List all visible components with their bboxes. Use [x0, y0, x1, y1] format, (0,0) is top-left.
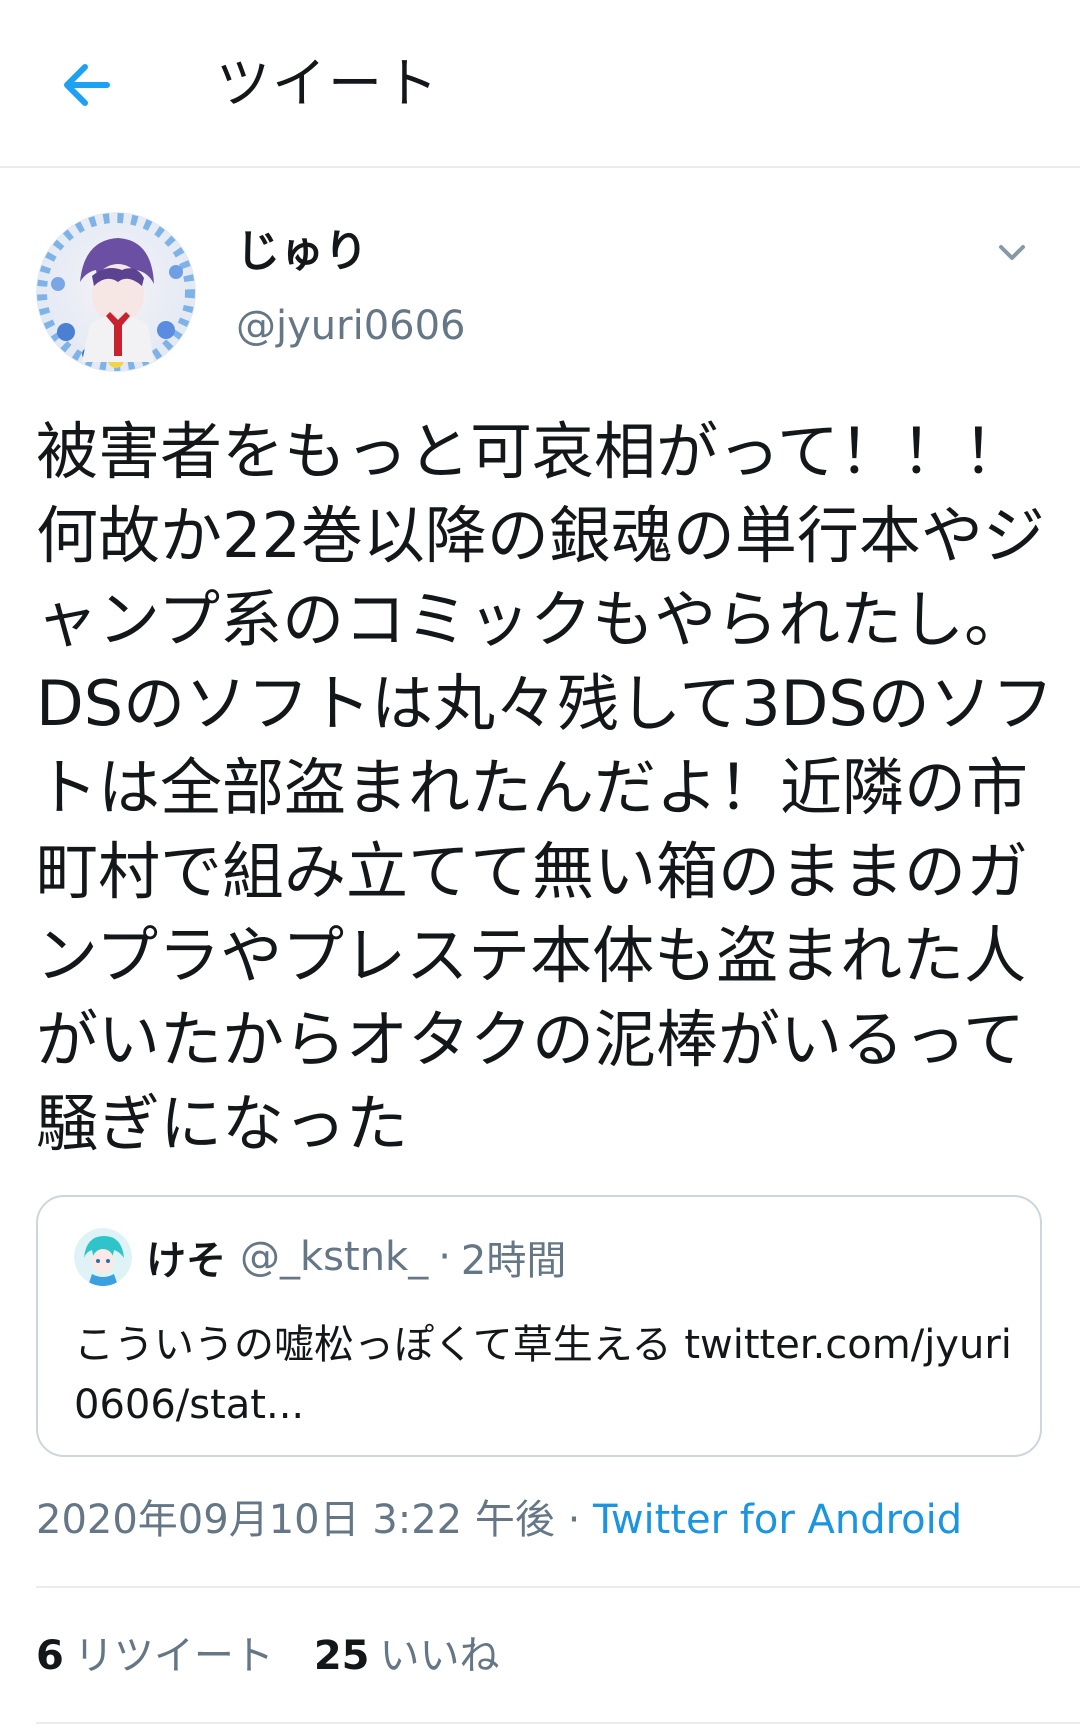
- quote-avatar-image: [74, 1228, 132, 1286]
- quoted-author-name: けそ: [146, 1238, 226, 1284]
- quoted-tweet-header: けそ @_kstnk_ · 2時間: [74, 1228, 567, 1286]
- tweet-source-link[interactable]: Twitter for Android: [593, 1497, 962, 1543]
- chevron-down-icon: [999, 245, 1025, 260]
- back-button[interactable]: [50, 50, 120, 120]
- author-display-name[interactable]: じゅり: [236, 224, 368, 280]
- divider: [36, 1722, 1080, 1724]
- likes-count: 25: [313, 1633, 370, 1679]
- avatar-image: [36, 212, 196, 372]
- separator-dot: ·: [567, 1497, 581, 1543]
- divider: [36, 1586, 1080, 1588]
- retweets-label: リツイート: [73, 1633, 274, 1679]
- quoted-tweet[interactable]: けそ @_kstnk_ · 2時間 こういうの嘘松っぽくて草生える twitte…: [36, 1195, 1042, 1457]
- author-handle[interactable]: @jyuri0606: [236, 300, 466, 352]
- avatar[interactable]: [36, 212, 196, 372]
- likes-stat[interactable]: 25 いいね: [314, 1633, 500, 1679]
- separator-dot: ·: [438, 1234, 451, 1280]
- arrow-left-icon: [64, 64, 110, 106]
- tweet-meta: 2020年09月10日 3:22 午後 · Twitter for Androi…: [36, 1492, 962, 1548]
- tweet-timestamp: 2020年09月10日 3:22 午後: [36, 1497, 555, 1543]
- quoted-author-handle: @_kstnk_: [240, 1234, 429, 1280]
- top-app-bar: ツイート: [0, 0, 1080, 168]
- tweet-menu-button[interactable]: [992, 232, 1032, 272]
- page-title: ツイート: [216, 52, 440, 115]
- quoted-tweet-text: こういうの嘘松っぽくて草生える twitter.com/jyuri0606/st…: [74, 1322, 1012, 1428]
- avatar: [74, 1228, 132, 1286]
- tweet-author: じゅり @jyuri0606: [36, 212, 1046, 372]
- tweet-text: 被害者をもっと可哀相がって！！！何故か22巻以降の銀魂の単行本やジャンプ系のコミ…: [36, 415, 1054, 1160]
- retweets-count: 6: [36, 1633, 64, 1679]
- retweets-stat[interactable]: 6 リツイート: [36, 1633, 274, 1679]
- quoted-tweet-time: 2時間: [460, 1238, 567, 1284]
- likes-label: いいね: [379, 1633, 500, 1679]
- tweet-stats: 6 リツイート 25 いいね: [36, 1628, 500, 1684]
